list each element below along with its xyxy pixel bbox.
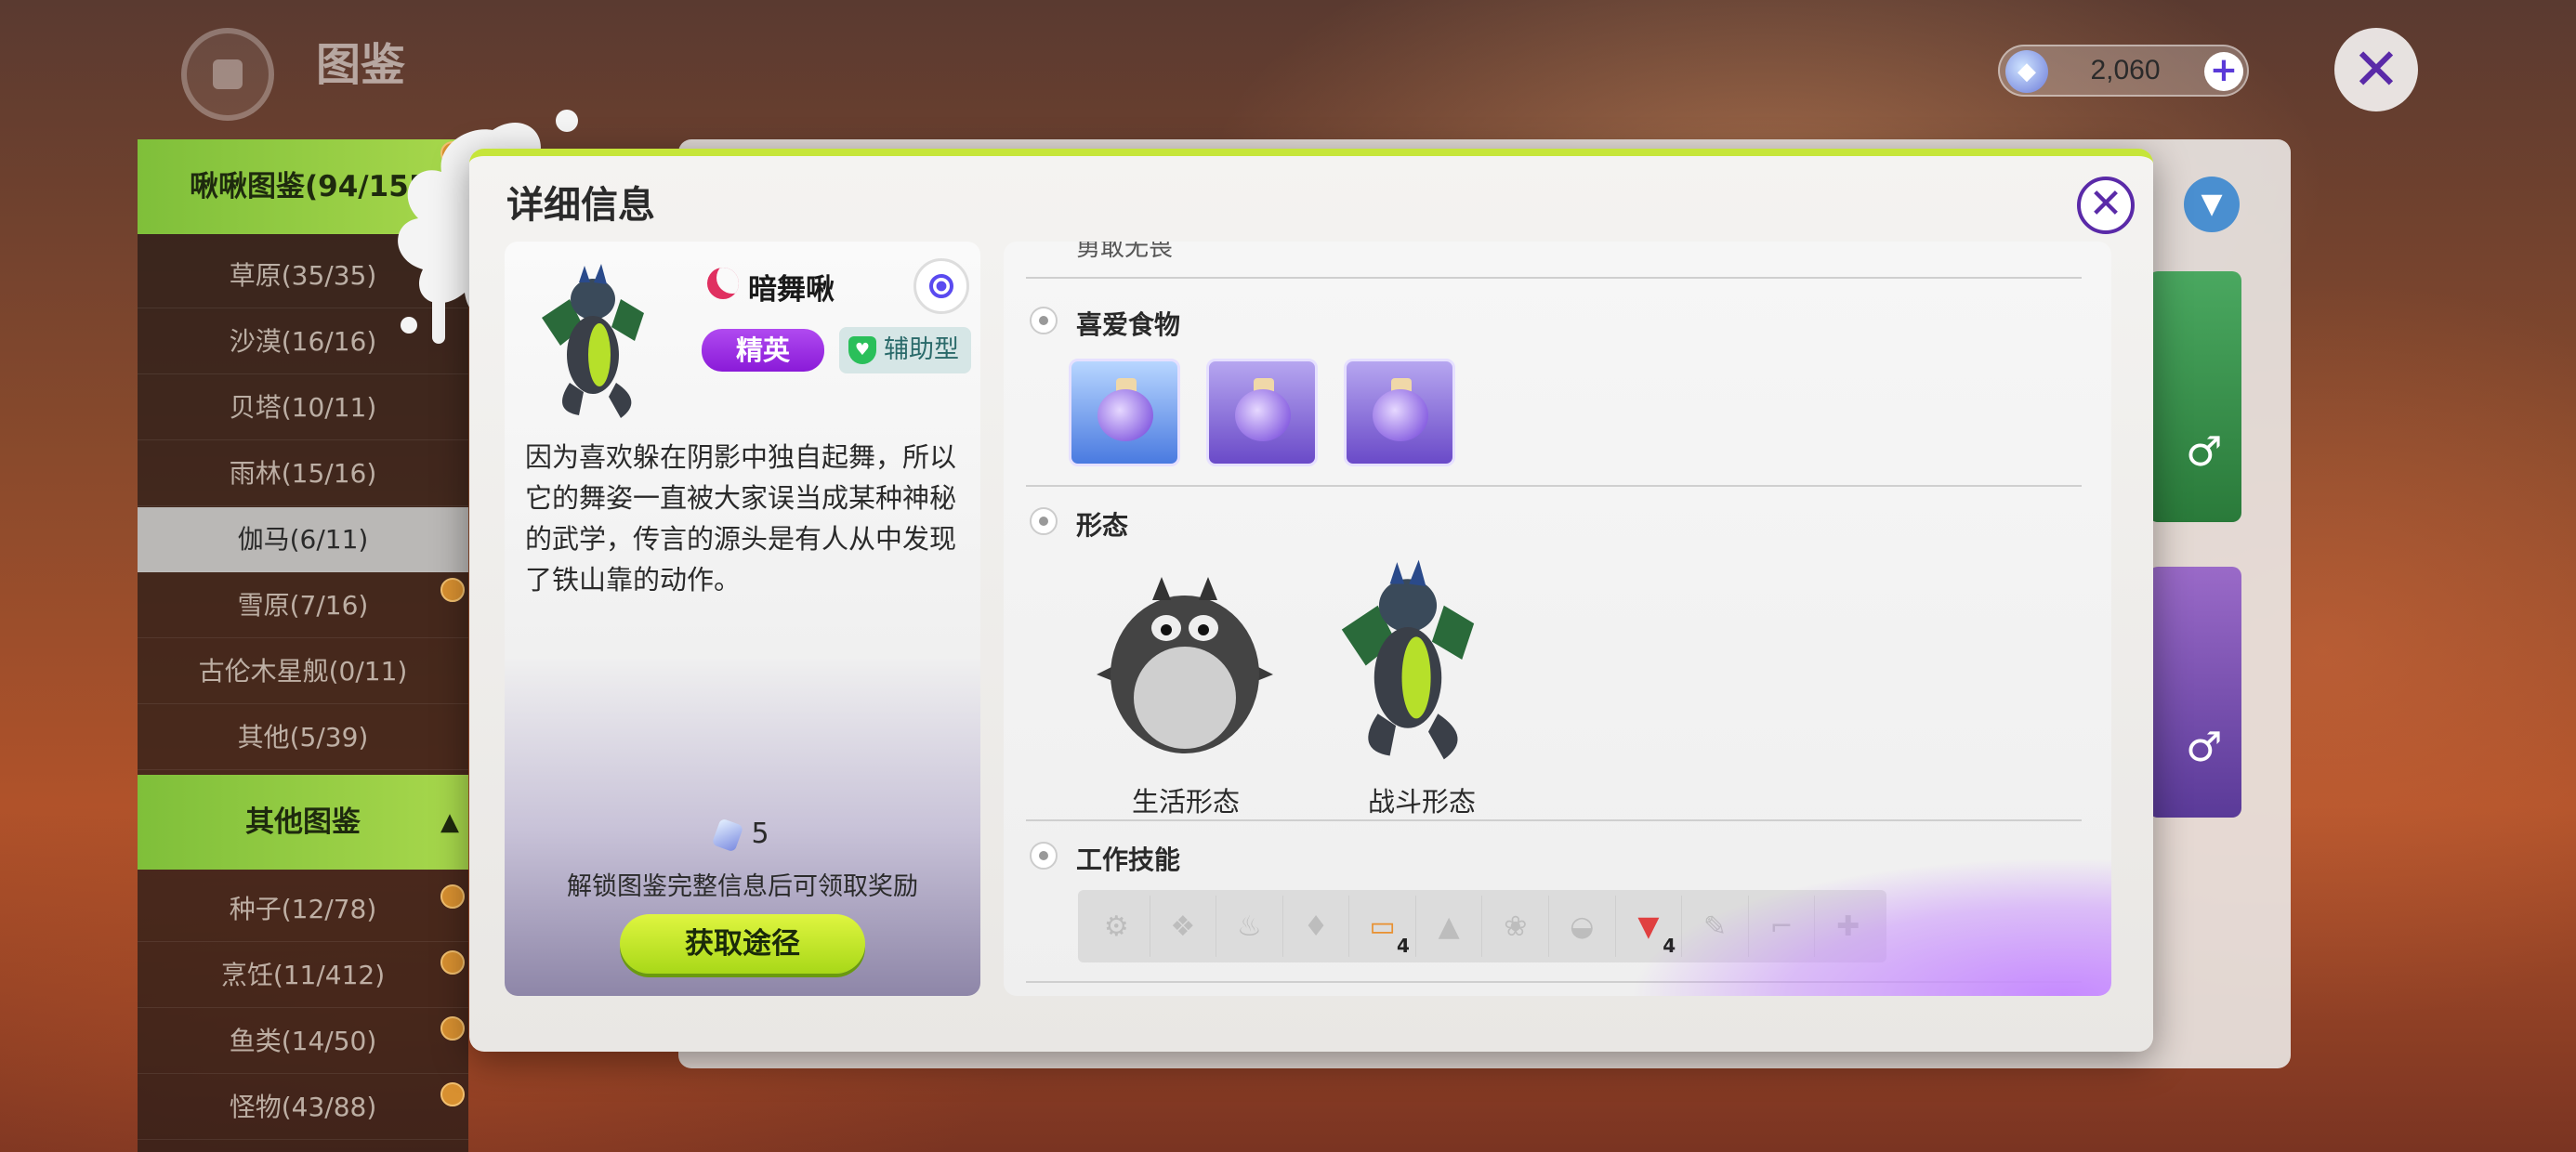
male-icon: ♂ xyxy=(2186,724,2223,771)
collapse-arrow-icon: ▲ xyxy=(440,808,459,836)
type-badge: ♥ 辅助型 xyxy=(839,327,971,373)
skill-glyph: ♦ xyxy=(1303,910,1329,943)
divider xyxy=(1026,277,2082,279)
skill-level: 4 xyxy=(1396,935,1410,957)
sidebar-item-label: 怪物(43/88) xyxy=(229,1092,377,1122)
type-label: 辅助型 xyxy=(884,335,959,364)
pet-description: 因为喜欢躲在阴影中独自起舞，所以它的舞姿一直被大家误当成某种神秘的武学，传言的源… xyxy=(525,441,957,596)
detail-scroll-panel[interactable]: 勇敢无畏 喜爱食物 形态 生活形态 战斗形态 工作技能 ⚙ ❖ ♨ ♦ ▭ 4 … xyxy=(1004,242,2111,996)
skill-glyph: ▭ xyxy=(1369,910,1396,943)
sidebar-item-label: 雪原(7/16) xyxy=(237,590,369,621)
notification-dot xyxy=(440,1016,465,1041)
rock-icon[interactable]: ▲ xyxy=(1416,896,1483,957)
reward-hint: 解锁图鉴完整信息后可领取奖励 xyxy=(567,872,918,901)
sidebar-item-label: 沙漠(16/16) xyxy=(229,326,377,357)
sidebar-item-beta[interactable]: 贝塔(10/11) xyxy=(138,375,468,440)
gear-icon[interactable]: ⚙ xyxy=(1084,896,1150,957)
gem-icon xyxy=(712,817,744,853)
purple-paint-decoration xyxy=(1628,857,2111,996)
sidebar-item-label: 贝塔(10/11) xyxy=(229,392,377,423)
fire-icon[interactable]: ♨ xyxy=(1216,896,1283,957)
skill-glyph: ⚙ xyxy=(1103,910,1129,943)
sidebar-item-other[interactable]: 其他(5/39) xyxy=(138,705,468,770)
gem-icon: ◆ xyxy=(2005,50,2048,93)
sidebar-item-gulunmu-starship[interactable]: 古伦木星舰(0/11) xyxy=(138,639,468,704)
sidebar-item-label: 烹饪(11/412) xyxy=(220,960,386,990)
divider xyxy=(1026,485,2082,487)
food-item[interactable] xyxy=(1069,359,1180,466)
sidebar-item-cooking[interactable]: 烹饪(11/412) xyxy=(138,943,468,1008)
food-item[interactable] xyxy=(1344,359,1455,466)
sidebar-item-seeds[interactable]: 种子(12/78) xyxy=(138,877,468,942)
section-bullet-icon xyxy=(1030,507,1058,535)
skill-glyph: ❀ xyxy=(1504,910,1528,943)
skill-glyph: ▲ xyxy=(1438,910,1460,943)
trait-text: 勇敢无畏 xyxy=(1076,242,1174,262)
sidebar-item-label: 古伦木星舰(0/11) xyxy=(198,656,408,687)
notification-dot xyxy=(440,950,465,975)
cube-icon[interactable]: ❖ xyxy=(1150,896,1217,957)
divider xyxy=(1026,819,2082,821)
favorite-food-title: 喜爱食物 xyxy=(1076,309,1181,340)
currency-value: 2,060 xyxy=(2090,55,2161,85)
reward-amount: 5 xyxy=(751,818,769,850)
encyclopedia-logo-icon xyxy=(181,28,274,121)
sidebar-item-rainforest[interactable]: 雨林(15/16) xyxy=(138,441,468,506)
male-icon: ♂ xyxy=(2186,428,2223,476)
notification-dot xyxy=(440,1082,465,1106)
section-bullet-icon xyxy=(1030,307,1058,334)
sidebar-item-label: 草原(35/35) xyxy=(229,260,377,291)
dark-element-icon xyxy=(707,268,739,299)
sidebar-item-label: 其他(5/39) xyxy=(237,722,369,753)
sidebar-item-monsters[interactable]: 怪物(43/88) xyxy=(138,1075,468,1140)
shield-heart-icon: ♥ xyxy=(848,336,876,364)
sidebar-header-label: 其他图鉴 xyxy=(245,805,361,839)
pet-card[interactable]: ♂ xyxy=(2149,567,2241,818)
life-form-label: 生活形态 xyxy=(1131,786,1240,818)
sidebar-item-label: 种子(12/78) xyxy=(229,894,377,924)
life-form-image xyxy=(1097,577,1273,753)
battle-form-label: 战斗形态 xyxy=(1367,786,1476,818)
page-title: 图鉴 xyxy=(316,39,406,91)
close-modal-button[interactable]: ✕ xyxy=(2077,177,2135,234)
add-currency-button[interactable]: + xyxy=(2204,52,2243,91)
forms-title: 形态 xyxy=(1076,510,1129,541)
currency-display: ◆ 2,060 + xyxy=(1998,45,2249,97)
work-skills-title: 工作技能 xyxy=(1076,844,1181,875)
filter-icon[interactable]: ▼ xyxy=(2184,177,2240,232)
food-item[interactable] xyxy=(1206,359,1318,466)
sidebar-item-label: 雨林(15/16) xyxy=(229,458,377,489)
berry-icon[interactable]: ❀ xyxy=(1482,896,1550,957)
sidebar-item-label: 伽马(6/11) xyxy=(237,524,369,555)
sidebar-item-gamma[interactable]: 伽马(6/11) xyxy=(138,507,468,572)
log-icon[interactable]: ▭ 4 xyxy=(1349,896,1416,957)
sidebar-header-other-encyclopedias[interactable]: 其他图鉴 ▲ xyxy=(138,775,468,870)
notification-dot xyxy=(440,578,465,602)
hat-icon[interactable]: ◒ xyxy=(1549,896,1616,957)
sidebar-item-snowfield[interactable]: 雪原(7/16) xyxy=(138,573,468,638)
rank-badge: 精英 xyxy=(702,329,824,372)
mark-button[interactable] xyxy=(913,258,969,314)
notification-dot xyxy=(440,884,465,909)
acquisition-button[interactable]: 获取途径 xyxy=(620,914,865,974)
close-page-button[interactable]: ✕ xyxy=(2334,28,2418,111)
modal-title: 详细信息 xyxy=(506,184,655,227)
sidebar-item-fish[interactable]: 鱼类(14/50) xyxy=(138,1009,468,1074)
skill-glyph: ◒ xyxy=(1570,910,1595,943)
detail-modal: 详细信息 ✕ 暗舞啾 精英 ♥ 辅助型 因为喜欢躲在阴影中独自起舞，所以它的舞姿… xyxy=(469,149,2153,1052)
battle-form-image xyxy=(1341,559,1475,760)
pet-portrait xyxy=(542,264,644,418)
skill-glyph: ❖ xyxy=(1170,910,1196,943)
pet-info-card: 暗舞啾 精英 ♥ 辅助型 因为喜欢躲在阴影中独自起舞，所以它的舞姿一直被大家误当… xyxy=(505,242,980,996)
pet-name: 暗舞啾 xyxy=(748,273,835,307)
crystal-icon[interactable]: ♦ xyxy=(1283,896,1350,957)
skill-glyph: ♨ xyxy=(1236,910,1262,943)
pet-card[interactable]: ♂ xyxy=(2149,271,2241,522)
section-bullet-icon xyxy=(1030,842,1058,870)
reward-amount-row: 5 xyxy=(505,817,980,853)
sidebar-item-label: 鱼类(14/50) xyxy=(229,1026,377,1056)
